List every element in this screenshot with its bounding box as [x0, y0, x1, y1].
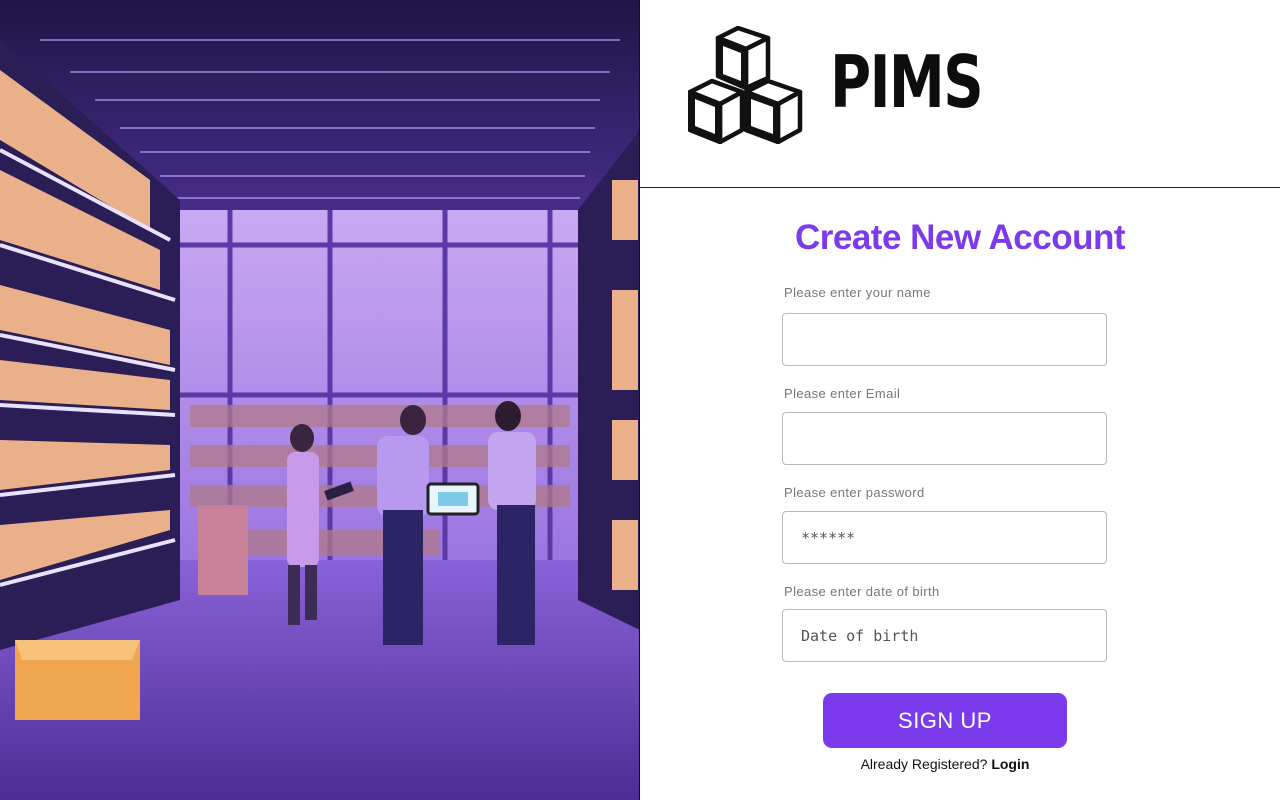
- warehouse-hero-image: [0, 0, 640, 800]
- email-field[interactable]: [782, 412, 1107, 465]
- name-field[interactable]: [782, 313, 1107, 366]
- brand-header: PIMS: [640, 0, 1280, 188]
- stacked-boxes-icon: [688, 26, 803, 144]
- email-label: Please enter Email: [784, 386, 901, 401]
- login-link[interactable]: Login: [991, 756, 1029, 772]
- page-title: Create New Account: [794, 218, 1126, 257]
- already-registered-text: Already Registered?: [860, 756, 988, 772]
- password-field[interactable]: [782, 511, 1107, 564]
- password-label: Please enter password: [784, 485, 925, 500]
- name-label: Please enter your name: [784, 285, 931, 300]
- signup-panel: PIMS Create New Account Please enter you…: [640, 0, 1280, 800]
- sign-up-button[interactable]: SIGN UP: [823, 693, 1067, 748]
- dob-label: Please enter date of birth: [784, 584, 940, 599]
- brand-name: PIMS: [830, 40, 984, 124]
- date-of-birth-field[interactable]: [782, 609, 1107, 662]
- login-prompt: Already Registered? Login: [640, 756, 1250, 772]
